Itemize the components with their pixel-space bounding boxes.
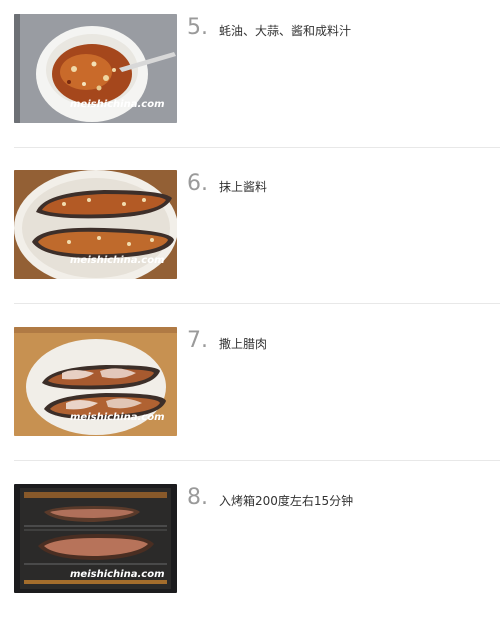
step-description: 抹上酱料 xyxy=(219,180,268,194)
step-photo-eggplant-sauced[interactable]: meishichina.com xyxy=(14,170,177,279)
recipe-step-5: meishichina.com 5. 蚝油、大蒜、酱和成料汁 xyxy=(0,14,500,154)
step-number: 8. xyxy=(187,485,208,510)
watermark-text: meishichina.com xyxy=(70,255,165,266)
step-number: 6. xyxy=(187,171,208,196)
sauce-bowl-image: meishichina.com xyxy=(14,14,177,123)
watermark-text: meishichina.com xyxy=(70,99,165,110)
oven-image: meishichina.com xyxy=(14,484,177,593)
step-number: 5. xyxy=(187,15,208,40)
step-description: 撒上腊肉 xyxy=(219,337,268,351)
recipe-step-6: meishichina.com 6. 抹上酱料 xyxy=(0,170,500,310)
step-photo-sauce-bowl[interactable]: meishichina.com xyxy=(14,14,177,123)
bacon-eggplant-image: meishichina.com xyxy=(14,327,177,436)
step-description: 入烤箱200度左右15分钟 xyxy=(219,494,354,508)
sauced-eggplant-image: meishichina.com xyxy=(14,170,177,279)
step-divider xyxy=(14,460,500,461)
watermark-text: meishichina.com xyxy=(70,412,165,423)
step-number: 7. xyxy=(187,328,208,353)
step-photo-oven[interactable]: meishichina.com xyxy=(14,484,177,593)
recipe-step-8: meishichina.com 8. 入烤箱200度左右15分钟 xyxy=(0,484,500,624)
step-photo-eggplant-bacon[interactable]: meishichina.com xyxy=(14,327,177,436)
step-divider xyxy=(14,303,500,304)
step-divider xyxy=(14,147,500,148)
watermark-text: meishichina.com xyxy=(70,569,165,580)
step-description: 蚝油、大蒜、酱和成料汁 xyxy=(219,24,352,38)
recipe-step-7: meishichina.com 7. 撒上腊肉 xyxy=(0,327,500,467)
